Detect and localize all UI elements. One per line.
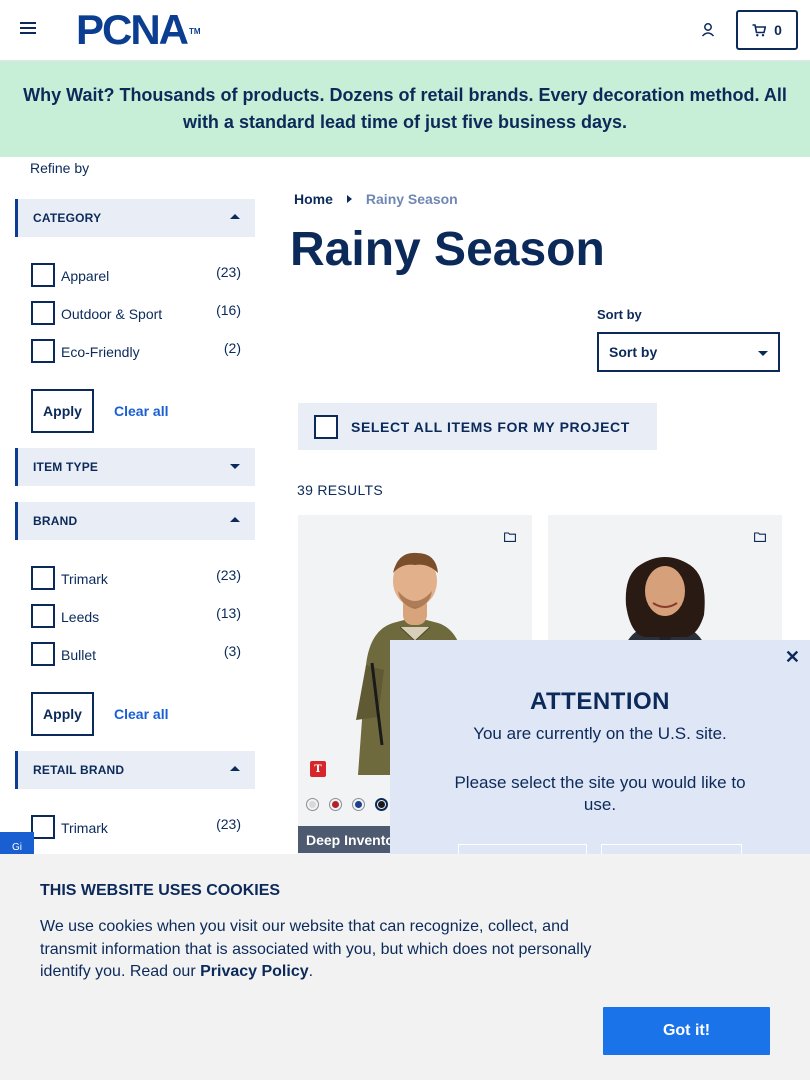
privacy-policy-link[interactable]: Privacy Policy bbox=[200, 963, 309, 980]
brand-clear-all-link[interactable]: Clear all bbox=[114, 706, 168, 722]
checkbox[interactable] bbox=[31, 604, 55, 628]
logo-text: PCNA bbox=[76, 6, 189, 53]
facet-option-leeds[interactable]: Leeds (13) bbox=[31, 604, 241, 628]
add-to-project-folder-icon[interactable] bbox=[754, 532, 766, 542]
color-swatch[interactable] bbox=[375, 798, 388, 811]
checkbox[interactable] bbox=[31, 815, 55, 839]
facet-option-count: (16) bbox=[216, 302, 241, 318]
facet-option-count: (23) bbox=[216, 264, 241, 280]
cart-button[interactable]: 0 bbox=[736, 10, 798, 50]
page-title: Rainy Season bbox=[290, 223, 605, 276]
facet-option-count: (2) bbox=[223, 340, 241, 356]
facet-item-type-title: ITEM TYPE bbox=[33, 460, 99, 474]
hamburger-menu-icon[interactable] bbox=[20, 22, 36, 36]
color-swatch[interactable] bbox=[352, 798, 365, 811]
breadcrumb: Home Rainy Season bbox=[294, 191, 458, 207]
logo-tm: TM bbox=[189, 27, 201, 36]
facet-option-count: (13) bbox=[216, 605, 241, 621]
cookie-text-body: We use cookies when you visit our websit… bbox=[40, 918, 592, 980]
facet-option-outdoor-sport[interactable]: Outdoor & Sport (16) bbox=[31, 301, 241, 325]
modal-question: Please select the site you would like to… bbox=[454, 773, 746, 814]
facet-option-bullet[interactable]: Bullet (3) bbox=[31, 642, 241, 666]
facet-retail-brand-header[interactable]: RETAIL BRAND bbox=[15, 751, 255, 789]
cookie-text: We use cookies when you visit our websit… bbox=[40, 916, 610, 984]
promo-banner: Why Wait? Thousands of products. Dozens … bbox=[0, 61, 810, 157]
collapse-caret-icon bbox=[230, 214, 240, 219]
site-select-modal: ✕ ATTENTION You are currently on the U.S… bbox=[390, 640, 810, 874]
facet-option-trimark[interactable]: Trimark (23) bbox=[31, 566, 241, 590]
category-clear-all-link[interactable]: Clear all bbox=[114, 403, 168, 419]
breadcrumb-current: Rainy Season bbox=[365, 191, 458, 207]
trimark-brand-badge: T bbox=[310, 761, 326, 777]
collapse-caret-icon bbox=[230, 517, 240, 522]
facet-option-eco-friendly[interactable]: Eco-Friendly (2) bbox=[31, 339, 241, 363]
expand-caret-icon bbox=[230, 464, 240, 469]
add-to-project-folder-icon[interactable] bbox=[504, 532, 516, 542]
site-header: PCNA TM 0 bbox=[0, 0, 810, 61]
breadcrumb-home-link[interactable]: Home bbox=[294, 191, 333, 207]
facet-option-label: Outdoor & Sport bbox=[61, 306, 163, 322]
promo-banner-text: Why Wait? Thousands of products. Dozens … bbox=[23, 85, 787, 132]
facet-option-count: (23) bbox=[216, 567, 241, 583]
collapse-caret-icon bbox=[230, 766, 240, 771]
facet-option-label: Trimark bbox=[61, 571, 108, 587]
modal-subtitle: You are currently on the U.S. site. bbox=[473, 724, 727, 743]
color-swatch[interactable] bbox=[306, 798, 319, 811]
facet-option-label: Bullet bbox=[61, 647, 97, 663]
cart-count: 0 bbox=[774, 22, 782, 38]
color-swatch[interactable] bbox=[329, 798, 342, 811]
facet-brand-title: BRAND bbox=[33, 514, 78, 528]
facet-category-title: CATEGORY bbox=[33, 211, 102, 225]
brand-apply-button[interactable]: Apply bbox=[31, 692, 94, 736]
checkbox[interactable] bbox=[31, 263, 55, 287]
facet-option-label: Trimark bbox=[61, 820, 108, 836]
checkbox[interactable] bbox=[31, 339, 55, 363]
pcna-logo[interactable]: PCNA TM bbox=[76, 9, 201, 51]
facet-option-apparel[interactable]: Apparel (23) bbox=[31, 263, 241, 287]
sort-select[interactable]: Sort by bbox=[597, 332, 780, 372]
chevron-down-icon bbox=[758, 351, 768, 356]
sort-select-value: Sort by bbox=[609, 344, 658, 360]
facet-option-label: Leeds bbox=[61, 609, 100, 625]
checkbox[interactable] bbox=[31, 642, 55, 666]
checkbox[interactable] bbox=[31, 301, 55, 325]
sort-label: Sort by bbox=[597, 307, 642, 322]
facet-option-label: Eco-Friendly bbox=[61, 344, 140, 360]
facet-option-count: (3) bbox=[223, 643, 241, 659]
close-icon[interactable]: ✕ bbox=[785, 647, 800, 668]
facet-option-retail-trimark[interactable]: Trimark (23) bbox=[31, 815, 241, 839]
select-all-checkbox[interactable] bbox=[314, 415, 338, 439]
cart-icon bbox=[752, 23, 767, 36]
facet-retail-brand-title: RETAIL BRAND bbox=[33, 763, 125, 777]
refine-by-label: Refine by bbox=[30, 160, 90, 176]
color-swatches bbox=[306, 798, 388, 811]
select-all-bar[interactable]: SELECT ALL ITEMS FOR MY PROJECT bbox=[298, 403, 657, 450]
cookie-text-end: . bbox=[308, 963, 314, 980]
facet-item-type-header[interactable]: ITEM TYPE bbox=[15, 448, 255, 486]
cookie-banner: THIS WEBSITE USES COOKIES We use cookies… bbox=[0, 854, 810, 1080]
facet-brand-header[interactable]: BRAND bbox=[15, 502, 255, 540]
select-all-label: SELECT ALL ITEMS FOR MY PROJECT bbox=[351, 419, 630, 435]
cookie-title: THIS WEBSITE USES COOKIES bbox=[40, 882, 281, 899]
user-account-icon[interactable] bbox=[700, 22, 716, 38]
results-count: 39 RESULTS bbox=[297, 482, 383, 498]
breadcrumb-separator-icon bbox=[346, 195, 352, 203]
checkbox[interactable] bbox=[31, 566, 55, 590]
facet-option-label: Apparel bbox=[61, 268, 110, 284]
facet-option-count: (23) bbox=[216, 816, 241, 832]
category-apply-button[interactable]: Apply bbox=[31, 389, 94, 433]
cookie-accept-button[interactable]: Got it! bbox=[603, 1007, 770, 1055]
modal-title: ATTENTION bbox=[529, 688, 671, 715]
facet-category-header[interactable]: CATEGORY bbox=[15, 199, 255, 237]
